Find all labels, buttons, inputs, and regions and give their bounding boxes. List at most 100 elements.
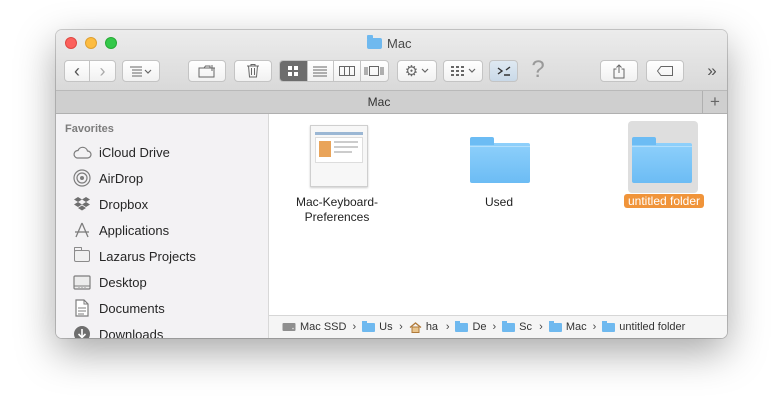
double-chevron-icon: » bbox=[707, 61, 717, 80]
sidebar-item-downloads[interactable]: Downloads bbox=[72, 323, 163, 338]
sidebar-item-icloud-drive[interactable]: iCloud Drive bbox=[72, 141, 170, 163]
new-folder-button[interactable] bbox=[188, 60, 226, 82]
chevron-left-icon: ‹ bbox=[74, 60, 80, 81]
icon-view-icon bbox=[288, 66, 299, 76]
folder-icon bbox=[502, 320, 516, 332]
sidebar-item-label: Desktop bbox=[99, 274, 147, 290]
tags-button[interactable] bbox=[646, 60, 684, 82]
list-view-icon bbox=[313, 66, 328, 77]
path-segment[interactable]: Sc bbox=[502, 320, 533, 333]
sidebar-item-lazarus-projects[interactable]: Lazarus Projects bbox=[72, 245, 196, 267]
path-separator-icon: › bbox=[445, 321, 450, 333]
column-view-button[interactable] bbox=[334, 61, 361, 81]
terminal-button[interactable] bbox=[489, 60, 518, 82]
file-thumbnail bbox=[466, 121, 536, 193]
folder-icon bbox=[602, 320, 616, 332]
share-button[interactable] bbox=[600, 60, 638, 82]
action-button[interactable]: ⚙ bbox=[397, 60, 437, 82]
path-segment[interactable]: Us bbox=[362, 320, 393, 333]
path-segment[interactable]: Mac SSD bbox=[282, 321, 346, 333]
help-button[interactable]: ? bbox=[528, 56, 548, 84]
image-file-icon bbox=[310, 125, 368, 187]
gallery-view-icon bbox=[364, 66, 384, 76]
file-browser: Mac-Keyboard- Preferences Used untitled … bbox=[269, 114, 727, 315]
path-separator-icon: › bbox=[399, 321, 403, 333]
arrange-button[interactable] bbox=[122, 60, 160, 82]
cloud-icon bbox=[72, 143, 92, 161]
file-item-untitled-folder[interactable]: untitled folder bbox=[599, 114, 727, 234]
path-segment-label: untitled folder bbox=[619, 321, 686, 333]
path-separator-icon: › bbox=[539, 321, 543, 333]
path-segment[interactable]: De bbox=[455, 320, 487, 333]
sidebar: Favorites iCloud Drive AirDrop Dropbox A… bbox=[56, 114, 269, 338]
documents-icon bbox=[72, 299, 92, 317]
title-bar: Mac ‹ › ⚙ ? » bbox=[56, 30, 727, 90]
airdrop-icon bbox=[72, 169, 92, 187]
sidebar-item-label: iCloud Drive bbox=[99, 144, 170, 160]
trash-icon bbox=[247, 64, 259, 78]
chevron-down-icon bbox=[421, 68, 429, 73]
share-icon bbox=[613, 63, 625, 78]
sidebar-item-label: Applications bbox=[99, 222, 170, 238]
path-segment-label: ha bbox=[425, 321, 439, 333]
path-segment[interactable]: untitled folder bbox=[602, 320, 686, 333]
chevron-down-icon bbox=[468, 68, 475, 73]
sidebar-item-label: Lazarus Projects bbox=[99, 248, 196, 264]
sidebar-item-applications[interactable]: Applications bbox=[72, 219, 169, 241]
gallery-view-button[interactable] bbox=[361, 61, 388, 81]
file-name: Mac-Keyboard- Preferences bbox=[272, 195, 402, 225]
tag-icon bbox=[657, 66, 673, 76]
finder-window: Mac ‹ › ⚙ ? » Mac + Favorites iCloud Dri… bbox=[56, 30, 727, 338]
new-tab-button[interactable]: + bbox=[702, 91, 727, 113]
group-button[interactable] bbox=[443, 60, 483, 82]
close-button[interactable] bbox=[65, 37, 77, 49]
question-mark-icon: ? bbox=[531, 56, 545, 83]
delete-button[interactable] bbox=[234, 60, 272, 82]
file-name: untitled folder bbox=[599, 194, 727, 209]
zoom-button[interactable] bbox=[105, 37, 117, 49]
file-thumbnail-selected bbox=[628, 121, 698, 193]
sidebar-item-label: AirDrop bbox=[99, 170, 144, 186]
dropbox-icon bbox=[72, 195, 92, 213]
path-segment-label: Us bbox=[379, 321, 393, 333]
hard-drive-icon bbox=[282, 323, 296, 331]
folder-icon bbox=[74, 247, 90, 262]
path-bar: Mac SSD › Us › ha › De › Sc › Mac › unti… bbox=[269, 315, 727, 338]
toolbar-overflow-button[interactable]: » bbox=[704, 60, 720, 82]
tab-mac[interactable]: Mac bbox=[56, 91, 702, 113]
path-separator-icon: › bbox=[592, 321, 597, 333]
file-item-mac-keyboard-preferences[interactable]: Mac-Keyboard- Preferences bbox=[272, 114, 402, 234]
arrange-icon bbox=[130, 66, 152, 77]
path-segment-label: Mac bbox=[565, 321, 587, 333]
applications-icon bbox=[72, 221, 92, 239]
path-separator-icon: › bbox=[492, 321, 497, 333]
minimize-button[interactable] bbox=[85, 37, 97, 49]
file-name: Used bbox=[434, 195, 564, 210]
sidebar-item-label: Dropbox bbox=[99, 196, 149, 212]
back-button[interactable]: ‹ bbox=[65, 60, 91, 81]
terminal-icon bbox=[497, 66, 510, 76]
file-name-line-2: Preferences bbox=[304, 210, 370, 224]
icon-view-button[interactable] bbox=[280, 61, 308, 81]
path-segment-label: De bbox=[472, 321, 487, 333]
sidebar-item-desktop[interactable]: Desktop bbox=[72, 271, 147, 293]
downloads-icon bbox=[72, 325, 92, 338]
list-view-button[interactable] bbox=[308, 61, 335, 81]
path-segment[interactable]: ha bbox=[409, 321, 440, 333]
file-name-line-1: untitled folder bbox=[623, 194, 705, 208]
path-segment[interactable]: Mac bbox=[548, 320, 587, 333]
folder-icon bbox=[470, 137, 530, 183]
sidebar-item-documents[interactable]: Documents bbox=[72, 297, 165, 319]
column-view-icon bbox=[338, 66, 355, 76]
folder-icon bbox=[632, 137, 692, 183]
sidebar-item-airdrop[interactable]: AirDrop bbox=[72, 167, 143, 189]
file-name-line-1: Used bbox=[484, 195, 513, 209]
sidebar-item-label: Downloads bbox=[99, 326, 164, 339]
file-item-used[interactable]: Used bbox=[464, 114, 594, 234]
path-segment-label: Mac SSD bbox=[300, 321, 347, 333]
sidebar-item-dropbox[interactable]: Dropbox bbox=[72, 193, 148, 215]
forward-button[interactable]: › bbox=[90, 61, 115, 81]
window-title-text: Mac bbox=[387, 35, 412, 51]
path-separator-icon: › bbox=[352, 321, 357, 333]
file-thumbnail bbox=[302, 121, 372, 193]
